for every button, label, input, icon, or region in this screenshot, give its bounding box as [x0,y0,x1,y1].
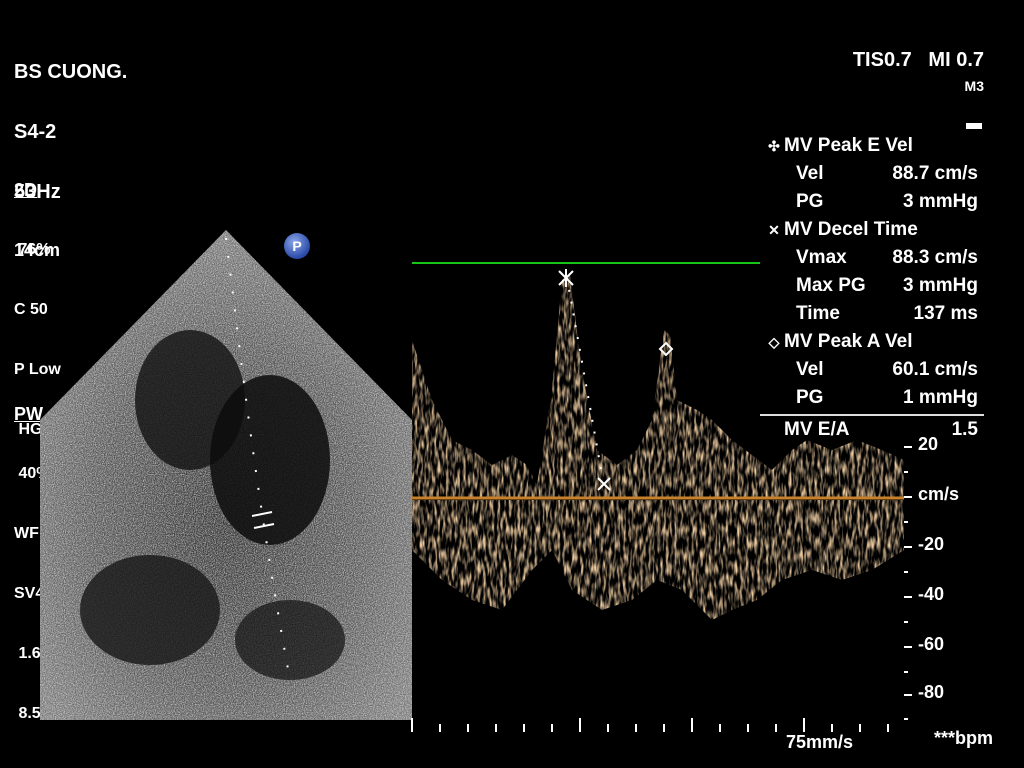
x-marker-icon: ✕ [768,222,780,238]
scale-tick [904,446,912,448]
peak-a-pg-row: PG 1 mmHg [796,387,978,408]
scale-tick [904,571,908,573]
peak-e-pg-row: PG 3 mmHg [796,191,978,212]
scale-label-minus60: -60 [918,634,945,654]
mode-2d-title: 2D [14,180,38,200]
decel-maxpg-row: Max PG 3 mmHg [796,275,978,296]
scale-tick [904,671,908,673]
scale-tick [904,621,908,623]
scale-label-minus40: -40 [918,584,945,604]
e-peak-marker-icon [558,269,574,287]
peak-a-vel-row: Vel 60.1 cm/s [796,359,978,380]
scale-tick [904,496,912,498]
sweep-speed: 75mm/s [786,732,854,752]
scale-tick [904,546,912,548]
mode-indicator-bar [966,123,982,129]
header-right: TIS0.7 MI 0.7 [842,24,984,72]
scale-label-minus20: -20 [918,534,945,554]
p-badge-icon[interactable]: P [284,233,310,259]
bmode-sector-image [40,230,412,720]
scale-tick [904,694,912,696]
diamond-marker-icon: ◇ [768,334,780,350]
peak-e-vel-row: Vel 88.7 cm/s [796,163,978,184]
scale-unit: cm/s [918,484,960,504]
mi-value: MI 0.7 [928,49,984,71]
scale-label-20: 20 [918,434,939,454]
decel-time-row: Time 137 ms [796,303,978,324]
ea-ratio-row: MV E/A 1.5 [784,419,978,440]
scale-label-minus80: -80 [918,682,945,702]
peak-a-header[interactable]: ◇ MV Peak A Vel [764,328,984,356]
decel-header[interactable]: ✕ MV Decel Time [764,216,984,244]
mode-tag: M3 [964,78,984,94]
peak-e-header[interactable]: ✣ MV Peak E Vel [764,132,984,160]
tis-value: TIS0.7 [852,49,912,71]
scale-tick [904,646,912,648]
operator-name: BS CUONG. [14,61,128,83]
scale-tick [904,521,908,523]
measurement-panel: ✣ MV Peak E Vel Vel 88.7 cm/s PG 3 mmHg ✕ MV… [760,132,984,444]
plus-marker-icon: ✣ [768,138,780,154]
decel-vmax-row: Vmax 88.3 cm/s [796,247,978,268]
scale-tick [904,596,912,598]
scale-tick [904,471,908,473]
heart-rate: ***bpm [934,728,994,748]
